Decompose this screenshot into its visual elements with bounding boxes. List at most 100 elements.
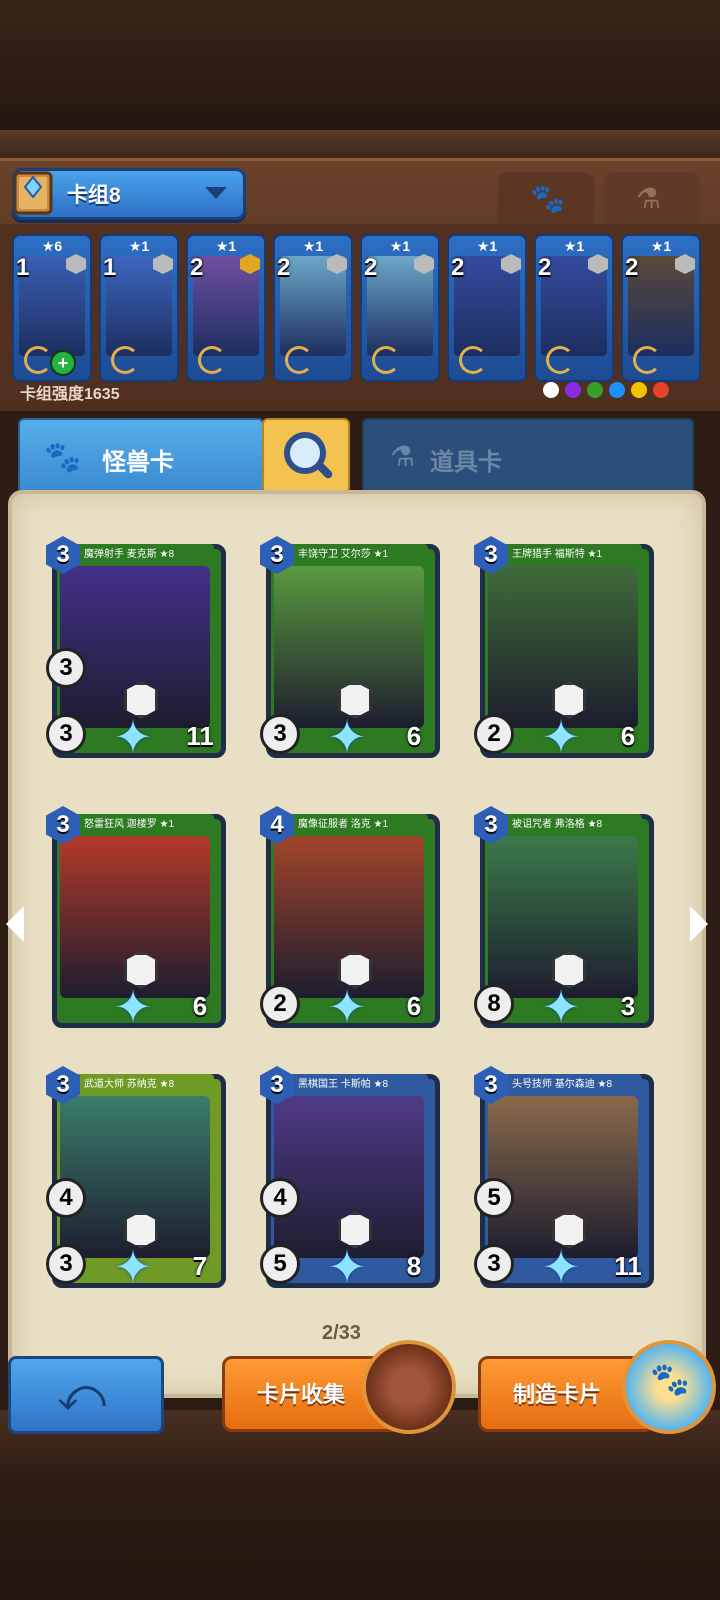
hook-icon bbox=[633, 346, 661, 374]
top-background bbox=[0, 0, 720, 160]
monster-card[interactable]: 魔弹射手 麦克斯 ★8 3 ✦ 11 3 3 bbox=[46, 536, 226, 760]
star-badge-icon: ✦ bbox=[541, 1241, 581, 1293]
card-health: 6 bbox=[396, 988, 432, 1024]
star-badge-icon: ✦ bbox=[327, 981, 367, 1033]
deck-card-stars: ★1 bbox=[563, 238, 585, 254]
star-badge-icon: ✦ bbox=[327, 711, 367, 763]
deck-card[interactable]: ★1 2 bbox=[447, 234, 527, 382]
deck-card[interactable]: ★1 1 bbox=[99, 234, 179, 382]
deck-card[interactable]: ★1 2 bbox=[534, 234, 614, 382]
tab-monster-cards[interactable]: 🐾 怪兽卡 bbox=[18, 418, 264, 494]
card-name: 魔弹射手 麦克斯 ★8 bbox=[66, 544, 214, 566]
tab-monster-label: 怪兽卡 bbox=[102, 449, 174, 476]
card-collection-icon[interactable] bbox=[362, 1340, 456, 1434]
card-name: 头号技师 基尔森迪 ★8 bbox=[494, 1074, 642, 1096]
element-icon bbox=[631, 381, 647, 398]
deck-card-stars: ★1 bbox=[389, 238, 411, 254]
deck-card-count: 2 bbox=[538, 254, 552, 281]
page-indicator: 2/33 bbox=[322, 1322, 361, 1344]
card-attack: 3 bbox=[46, 714, 86, 754]
deck-card[interactable]: ★6 1 + bbox=[12, 234, 92, 382]
potion-icon: ⚗ bbox=[636, 183, 662, 214]
deck-card-count: 2 bbox=[625, 254, 639, 281]
card-mid-stat: 4 bbox=[260, 1178, 300, 1218]
monster-card[interactable]: 魔像征服者 洛克 ★1 4 ✦ 6 2 bbox=[260, 806, 440, 1030]
search-button[interactable] bbox=[262, 418, 350, 494]
bottom-background bbox=[0, 1410, 720, 1600]
star-badge-icon: ✦ bbox=[541, 711, 581, 763]
monster-card[interactable]: 头号技师 基尔森迪 ★8 3 ✦ 11 5 3 bbox=[474, 1066, 654, 1290]
card-mid-stat: 3 bbox=[46, 648, 86, 688]
previous-page-arrow[interactable] bbox=[6, 906, 24, 942]
craft-card-label: 制造卡片 bbox=[513, 1382, 602, 1407]
deck-card-count: 2 bbox=[364, 254, 378, 281]
deck-name: 卡组8 bbox=[67, 184, 121, 207]
card-health: 11 bbox=[182, 718, 218, 754]
card-attack: 8 bbox=[474, 984, 514, 1024]
card-health: 6 bbox=[396, 718, 432, 754]
monster-card[interactable]: 黑棋国王 卡斯帕 ★8 3 ✦ 8 4 5 bbox=[260, 1066, 440, 1290]
card-health: 6 bbox=[610, 718, 646, 754]
card-name: 黑棋国王 卡斯帕 ★8 bbox=[280, 1074, 428, 1096]
back-arrow-icon: ⤺ bbox=[57, 1368, 107, 1420]
star-badge-icon: ✦ bbox=[113, 1241, 153, 1293]
element-icon bbox=[587, 381, 603, 398]
card-mid-stat: 4 bbox=[46, 1178, 86, 1218]
hook-icon bbox=[111, 346, 139, 374]
back-button[interactable]: ⤺ bbox=[8, 1356, 164, 1434]
deck-strength-label: 卡组强度1635 bbox=[20, 386, 120, 403]
deck-selector-dropdown[interactable]: 卡组8 bbox=[12, 168, 246, 220]
card-name: 丰饶守卫 艾尔莎 ★1 bbox=[280, 544, 428, 566]
chevron-down-icon bbox=[205, 187, 227, 199]
deck-card-stars: ★1 bbox=[302, 238, 324, 254]
monster-card[interactable]: 丰饶守卫 艾尔莎 ★1 3 ✦ 6 3 bbox=[260, 536, 440, 760]
card-name: 魔像征服者 洛克 ★1 bbox=[280, 814, 428, 836]
card-name: 怒雷狂风 迦楼罗 ★1 bbox=[66, 814, 214, 836]
tab-item-label: 道具卡 bbox=[430, 449, 502, 476]
deck-card[interactable]: ★1 2 bbox=[273, 234, 353, 382]
monster-card[interactable]: 被诅咒者 弗洛格 ★8 3 ✦ 3 8 bbox=[474, 806, 654, 1030]
deck-card-stars: ★1 bbox=[128, 238, 150, 254]
card-name: 王牌猎手 福斯特 ★1 bbox=[494, 544, 642, 566]
hook-icon bbox=[459, 346, 487, 374]
card-attack: 3 bbox=[474, 1244, 514, 1284]
craft-jar-icon[interactable]: 🐾 bbox=[622, 1340, 716, 1434]
deck-card[interactable]: ★1 2 bbox=[360, 234, 440, 382]
monster-card[interactable]: 王牌猎手 福斯特 ★1 3 ✦ 6 2 bbox=[474, 536, 654, 760]
tab-item-cards[interactable]: ⚗ 道具卡 bbox=[362, 418, 694, 494]
tab-monster-deck[interactable]: 🐾 bbox=[498, 172, 594, 224]
paw-icon: 🐾 bbox=[44, 441, 82, 474]
card-mid-stat: 5 bbox=[474, 1178, 514, 1218]
tab-item-deck[interactable]: ⚗ bbox=[604, 172, 700, 224]
hook-icon bbox=[546, 346, 574, 374]
star-badge-icon: ✦ bbox=[327, 1241, 367, 1293]
card-health: 7 bbox=[182, 1248, 218, 1284]
hook-icon bbox=[285, 346, 313, 374]
deck-card[interactable]: ★1 2 bbox=[621, 234, 701, 382]
card-name: 武道大师 苏纳克 ★8 bbox=[66, 1074, 214, 1096]
hook-icon bbox=[24, 346, 52, 374]
next-page-arrow[interactable] bbox=[690, 906, 708, 942]
card-health: 6 bbox=[182, 988, 218, 1024]
upgrade-plus-icon: + bbox=[50, 350, 76, 376]
monster-card[interactable]: 怒雷狂风 迦楼罗 ★1 3 ✦ 6 bbox=[46, 806, 226, 1030]
potion-icon: ⚗ bbox=[390, 441, 416, 472]
hook-icon bbox=[372, 346, 400, 374]
deck-card-count: 1 bbox=[103, 254, 117, 281]
deck-book-icon bbox=[13, 171, 53, 215]
monster-card[interactable]: 武道大师 苏纳克 ★8 3 ✦ 7 4 3 bbox=[46, 1066, 226, 1290]
deck-card[interactable]: ★1 2 bbox=[186, 234, 266, 382]
deck-card-stars: ★1 bbox=[650, 238, 672, 254]
card-attack: 5 bbox=[260, 1244, 300, 1284]
deck-card-count: 2 bbox=[451, 254, 465, 281]
paw-icon: 🐾 bbox=[530, 183, 565, 214]
star-badge-icon: ✦ bbox=[113, 981, 153, 1033]
deck-card-stars: ★6 bbox=[41, 238, 63, 254]
element-icon bbox=[653, 381, 669, 398]
card-attack: 3 bbox=[260, 714, 300, 754]
star-badge-icon: ✦ bbox=[541, 981, 581, 1033]
deck-card-stars: ★1 bbox=[215, 238, 237, 254]
card-attack: 2 bbox=[260, 984, 300, 1024]
card-name: 被诅咒者 弗洛格 ★8 bbox=[494, 814, 642, 836]
deck-card-count: 2 bbox=[190, 254, 204, 281]
